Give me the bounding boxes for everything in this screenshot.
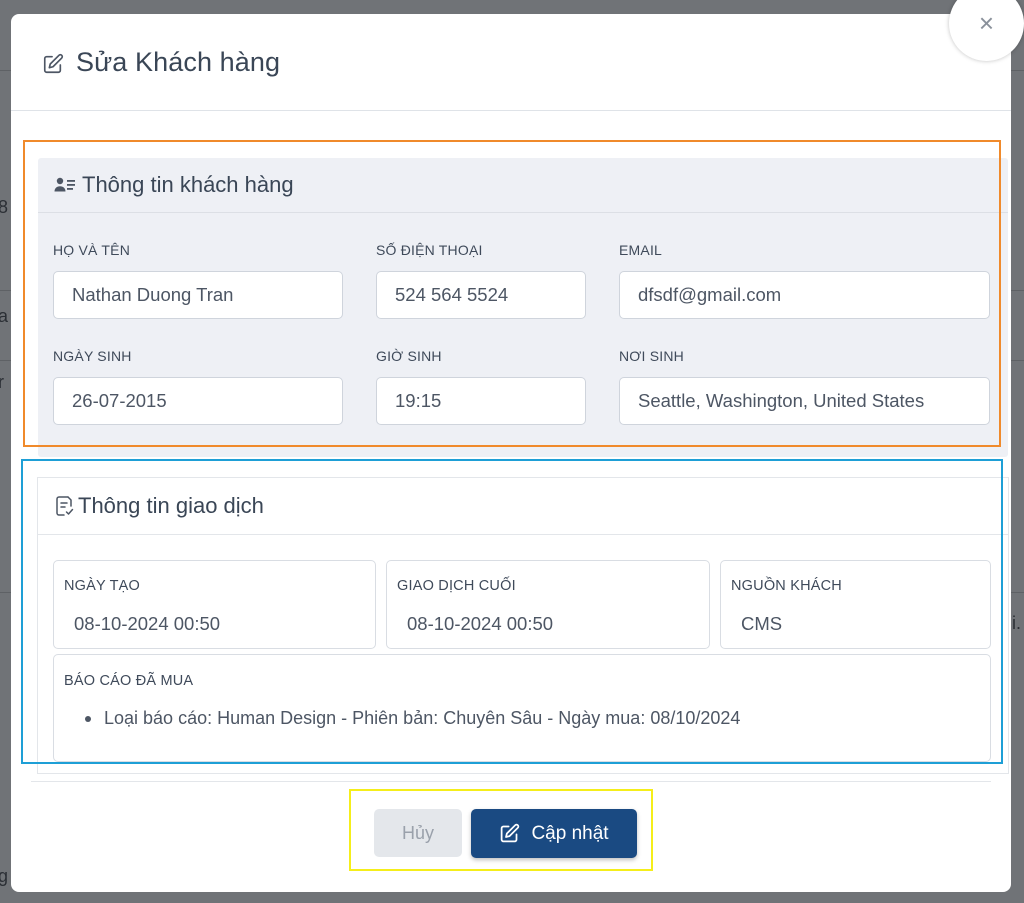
modal-header: Sửa Khách hàng xyxy=(11,14,1011,111)
background-text: g xyxy=(0,866,9,886)
modal-title: Sửa Khách hàng xyxy=(76,46,281,77)
background-text: i. xyxy=(1012,613,1021,633)
customer-info-highlight xyxy=(23,140,1001,447)
background-text: a xyxy=(0,306,9,326)
background-text: r xyxy=(0,372,4,392)
close-icon: × xyxy=(978,8,995,38)
edit-icon xyxy=(43,53,64,74)
transaction-info-highlight xyxy=(21,459,1003,764)
background-text: 8 xyxy=(0,197,9,217)
footer-buttons-highlight xyxy=(349,789,653,871)
footer-divider xyxy=(31,781,991,782)
